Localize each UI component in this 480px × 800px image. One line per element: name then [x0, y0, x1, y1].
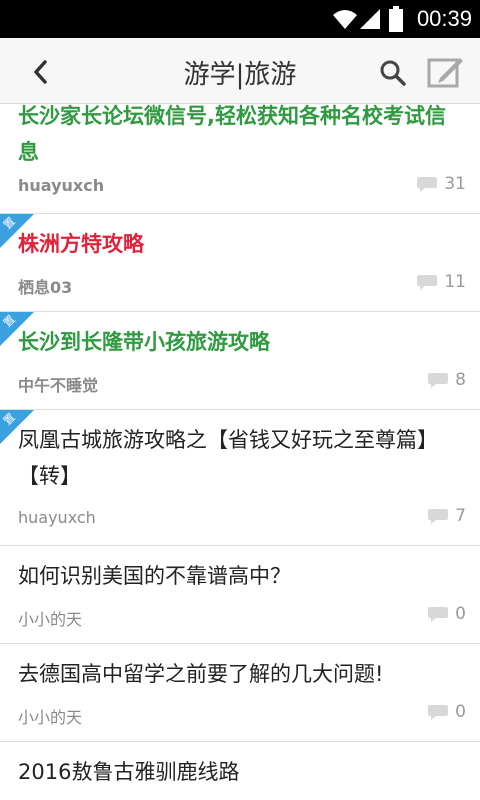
list-item[interactable]: 去德国高中留学之前要了解的几大问题! 小小的天 0	[0, 644, 480, 742]
comment-bubble-icon	[417, 275, 438, 290]
status-time: 00:39	[416, 6, 472, 31]
app-header: 游学|旅游	[0, 38, 480, 104]
list-item[interactable]: 置 长沙到长隆带小孩旅游攻略 中午不睡觉 8	[0, 312, 480, 410]
compose-icon[interactable]	[426, 54, 466, 90]
topic-title: 2016敖鲁古雅驯鹿线路	[18, 760, 240, 784]
reply-count-value: 31	[444, 174, 466, 194]
topic-author: 小小的天	[18, 708, 83, 727]
reply-count-value: 11	[444, 272, 466, 292]
topic-author: huayuxch	[18, 508, 96, 527]
reply-count: 7	[427, 506, 466, 526]
topic-author: 栖息03	[18, 278, 73, 297]
comment-bubble-icon	[428, 509, 449, 524]
list-item[interactable]: 置 凤凰古城旅游攻略之【省钱又好玩之至尊篇】【转】 huayuxch 7	[0, 410, 480, 546]
reply-count: 11	[416, 272, 466, 292]
comment-bubble-icon	[428, 607, 449, 622]
list-item[interactable]: 长沙家长论坛微信号,轻松获知各种名校考试信息 huayuxch 31	[0, 104, 480, 214]
wifi-icon	[333, 10, 357, 29]
topic-title: 长沙到长隆带小孩旅游攻略	[18, 330, 270, 354]
topic-author: huayuxch	[18, 176, 105, 195]
topic-title: 凤凰古城旅游攻略之【省钱又好玩之至尊篇】【转】	[18, 428, 438, 488]
comment-bubble-icon	[417, 177, 438, 192]
topic-author: 小小的天	[18, 610, 83, 629]
reply-count: 0	[427, 702, 466, 722]
topic-title: 株洲方特攻略	[18, 232, 144, 256]
comment-bubble-icon	[428, 705, 449, 720]
topic-title: 如何识别美国的不靠谱高中？	[18, 564, 291, 588]
reply-count-value: 0	[455, 702, 466, 722]
reply-count-value: 8	[455, 370, 466, 390]
topic-list: 长沙家长论坛微信号,轻松获知各种名校考试信息 huayuxch 31 置 株洲方…	[0, 104, 480, 800]
list-item[interactable]: 2016敖鲁古雅驯鹿线路	[0, 742, 480, 800]
reply-count: 8	[427, 370, 466, 390]
reply-count-value: 7	[455, 506, 466, 526]
reply-count: 31	[416, 174, 466, 194]
signal-icon	[360, 9, 380, 29]
topic-author: 中午不睡觉	[18, 376, 99, 395]
reply-count-value: 0	[455, 604, 466, 624]
page-title: 游学|旅游	[183, 60, 297, 90]
status-bar: 00:39	[0, 0, 480, 38]
search-icon[interactable]	[378, 58, 408, 88]
list-item[interactable]: 如何识别美国的不靠谱高中？ 小小的天 0	[0, 546, 480, 644]
battery-icon	[389, 6, 403, 32]
reply-count: 0	[427, 604, 466, 624]
topic-title: 长沙家长论坛微信号,轻松获知各种名校考试信息	[18, 104, 446, 164]
list-item[interactable]: 置 株洲方特攻略 栖息03 11	[0, 214, 480, 312]
topic-title: 去德国高中留学之前要了解的几大问题!	[18, 662, 384, 686]
comment-bubble-icon	[428, 373, 449, 388]
